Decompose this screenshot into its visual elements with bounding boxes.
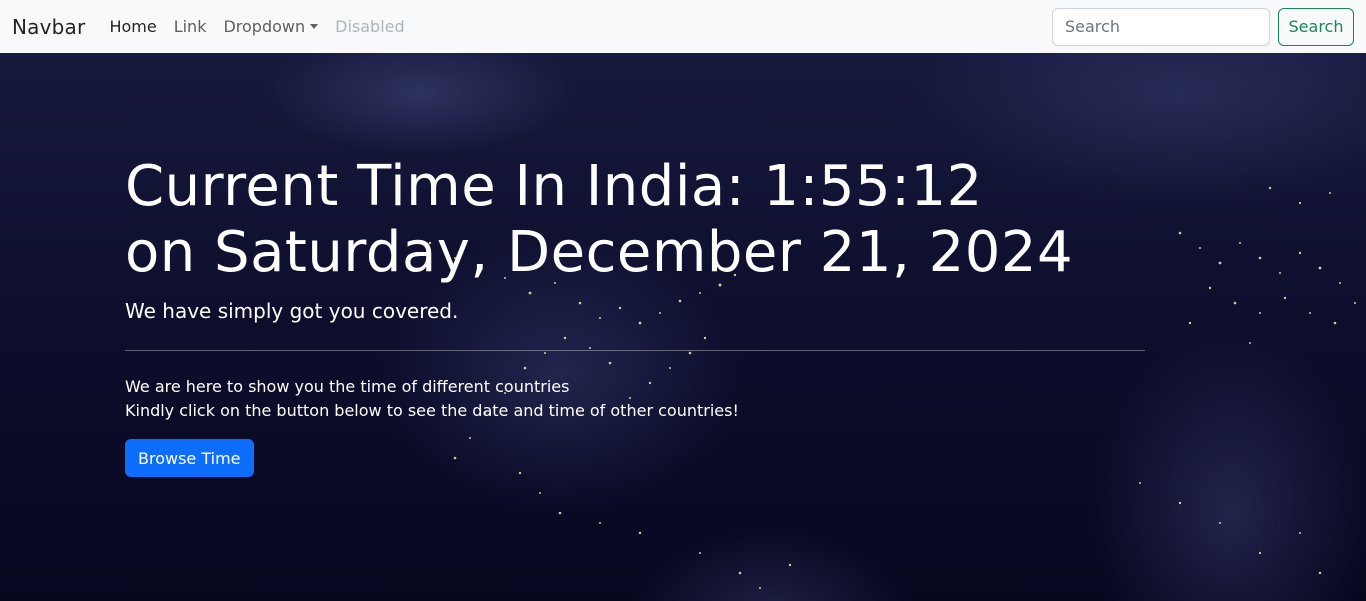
- nav-dropdown-label: Dropdown: [223, 17, 306, 36]
- nav-dropdown[interactable]: Dropdown: [223, 17, 319, 36]
- nav-link-disabled: Disabled: [335, 17, 405, 36]
- divider: [125, 350, 1145, 351]
- page-title: Current Time In India: 1:55:12 on Saturd…: [125, 154, 1145, 286]
- description: We are here to show you the time of diff…: [125, 375, 1145, 423]
- navbar: Navbar Home Link Dropdown Disabled Searc…: [0, 0, 1366, 53]
- description-line-1: We are here to show you the time of diff…: [125, 377, 570, 396]
- title-line-date: on Saturday, December 21, 2024: [125, 220, 1074, 285]
- caret-down-icon: [310, 24, 319, 29]
- nav-link-home[interactable]: Home: [109, 17, 156, 36]
- title-line-time: Current Time In India: 1:55:12: [125, 154, 983, 219]
- description-line-2: Kindly click on the button below to see …: [125, 401, 739, 420]
- search-button[interactable]: Search: [1278, 7, 1354, 46]
- lead-text: We have simply got you covered.: [125, 299, 459, 323]
- browse-time-button[interactable]: Browse Time: [125, 439, 254, 477]
- search-input[interactable]: [1052, 7, 1270, 46]
- nav-link-link[interactable]: Link: [174, 17, 207, 36]
- hero-content: Current Time In India: 1:55:12 on Saturd…: [125, 53, 1145, 477]
- navbar-brand[interactable]: Navbar: [12, 15, 85, 39]
- search-form: Search: [1052, 7, 1354, 46]
